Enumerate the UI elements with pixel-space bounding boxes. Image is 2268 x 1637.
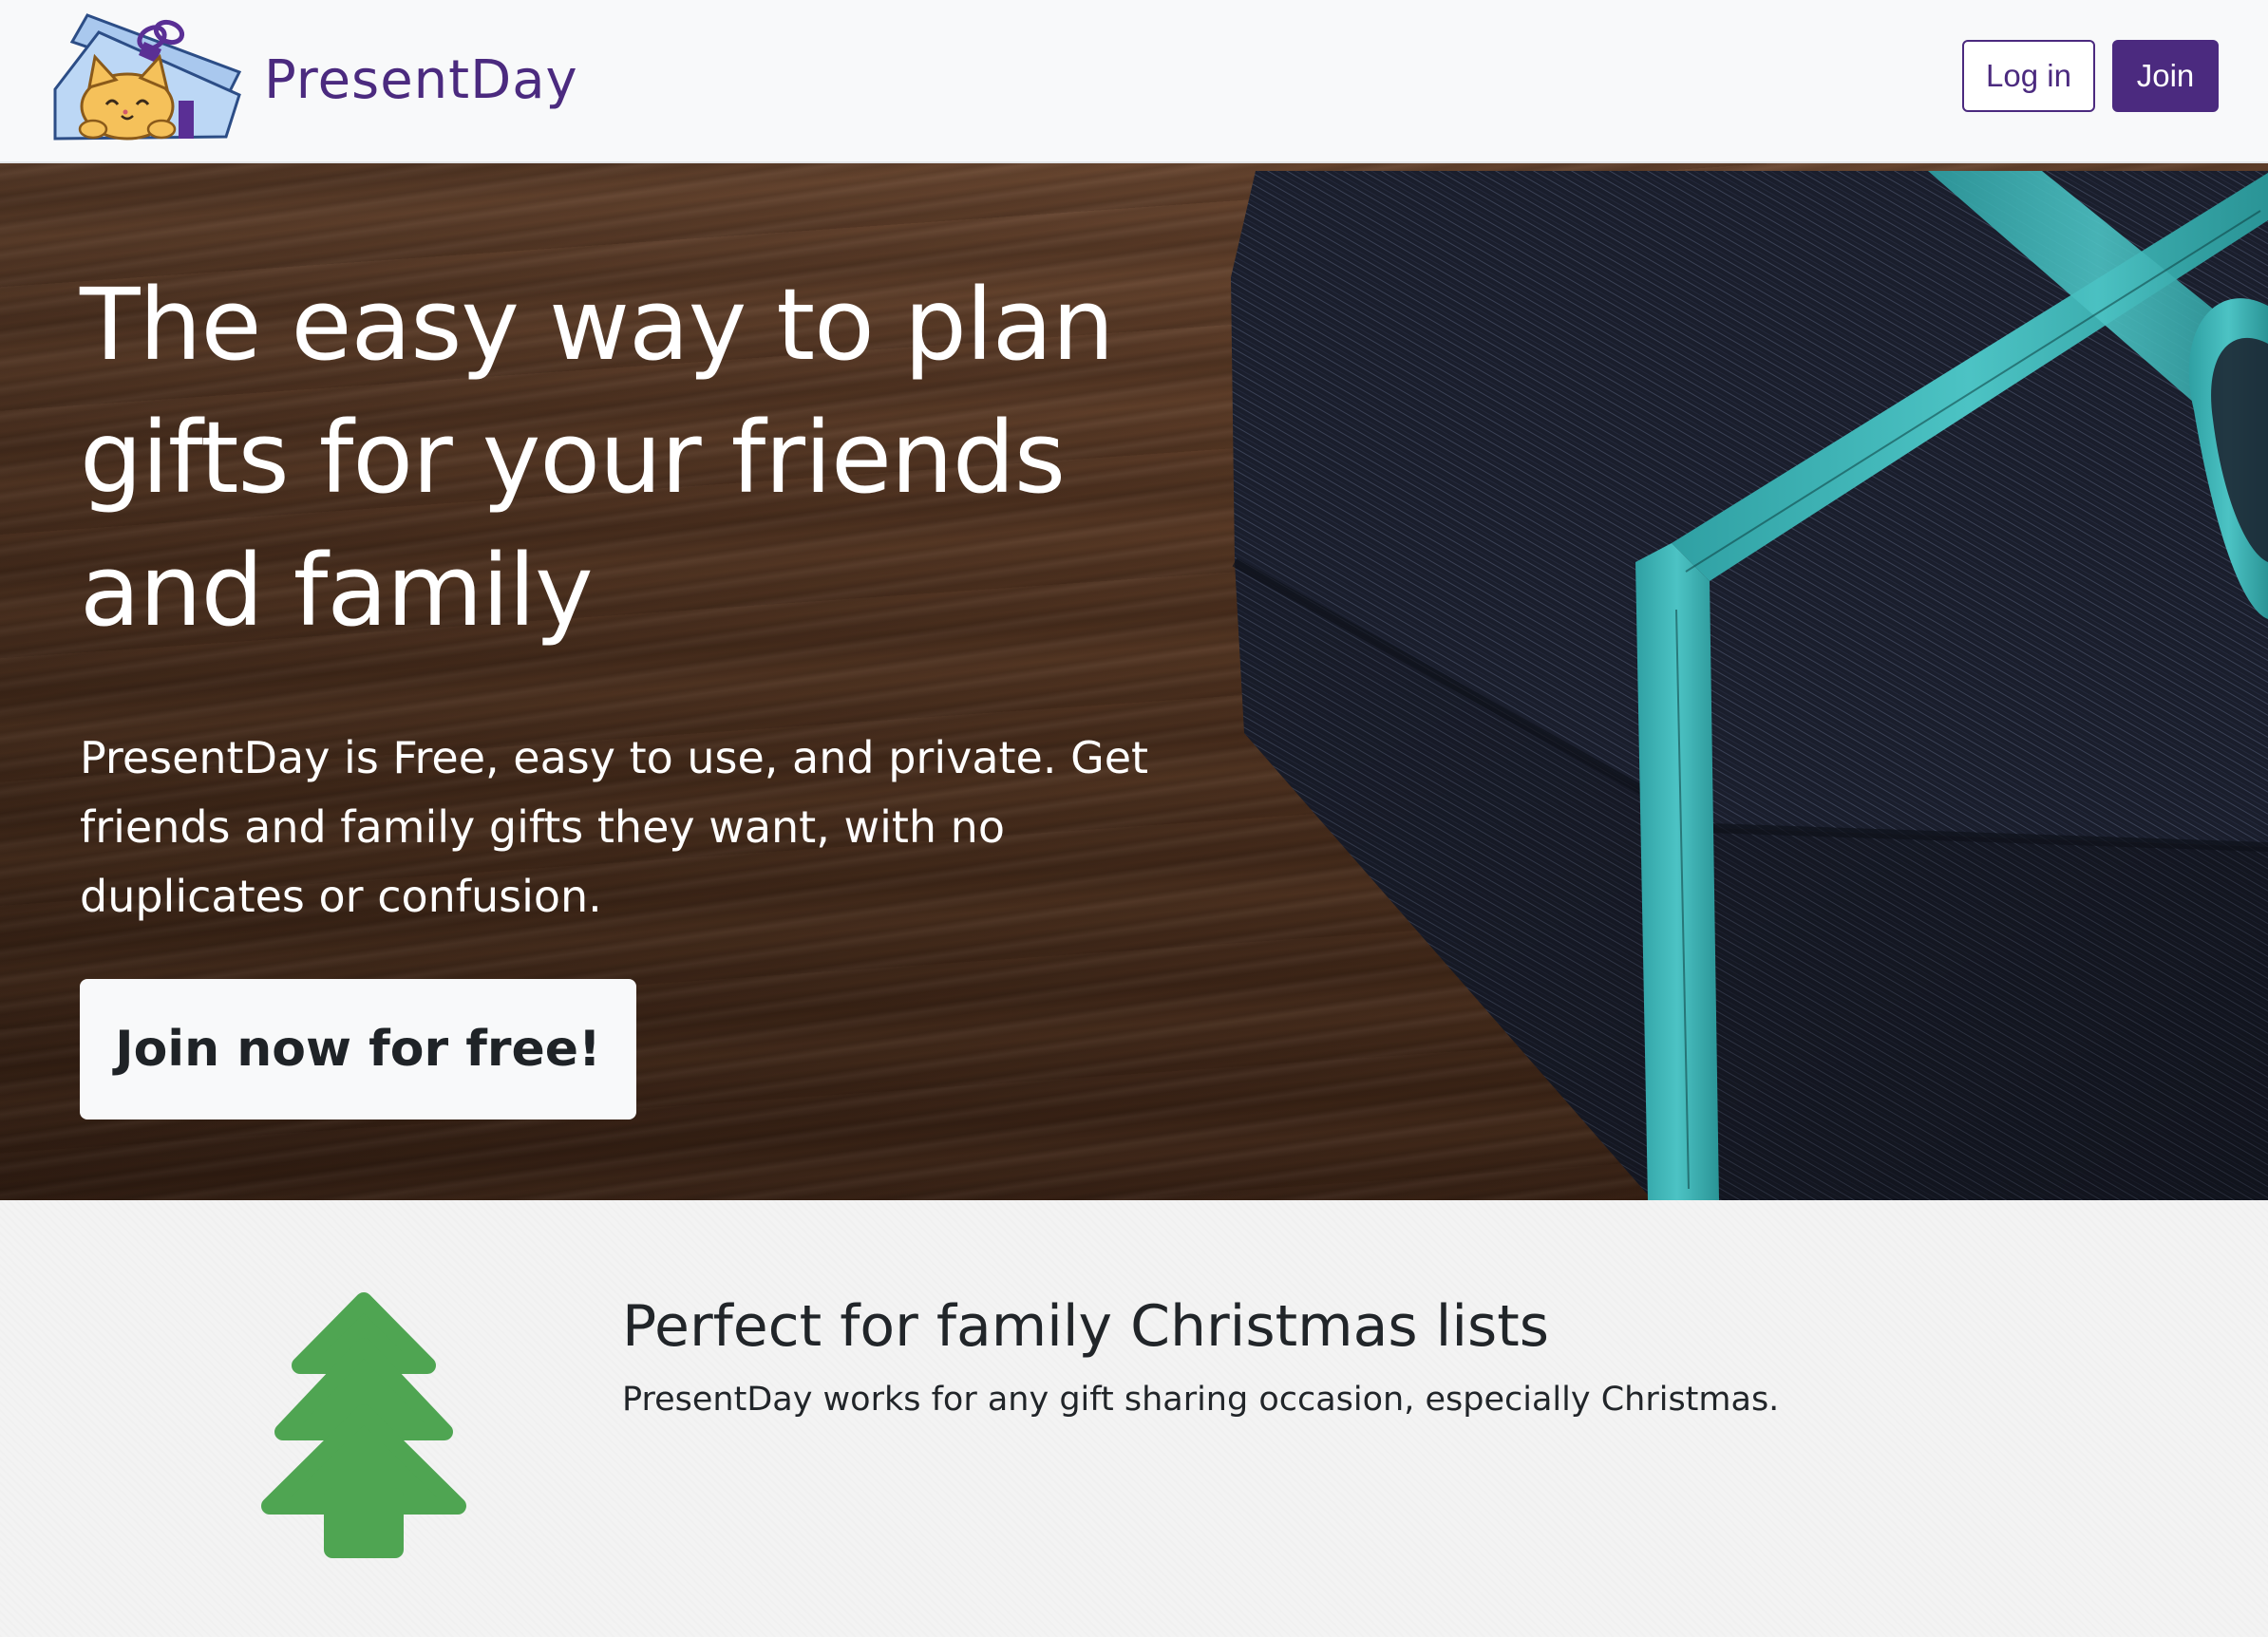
- feature-text: PresentDay works for any gift sharing oc…: [622, 1381, 1780, 1419]
- login-button[interactable]: Log in: [1962, 40, 2095, 112]
- brand-name: PresentDay: [264, 48, 578, 111]
- hero-lead: PresentDay is Free, easy to use, and pri…: [80, 732, 1149, 922]
- nav-actions: Log in Join: [1962, 40, 2219, 112]
- navbar: PresentDay Log in Join: [0, 0, 2268, 163]
- brand-link[interactable]: PresentDay: [49, 13, 578, 146]
- christmas-tree-icon: [261, 1292, 466, 1558]
- feature-title: Perfect for family Christmas lists: [622, 1293, 1550, 1360]
- cat-in-gift-box-logo: [53, 13, 242, 141]
- feature-section: Perfect for family Christmas lists Prese…: [0, 1200, 2268, 1637]
- hero-title: The easy way to plan gifts for your frie…: [80, 267, 1114, 649]
- join-now-button[interactable]: Join now for free!: [80, 979, 636, 1120]
- hero-section: The easy way to plan gifts for your frie…: [0, 163, 2268, 1200]
- join-button[interactable]: Join: [2112, 40, 2219, 112]
- hero-content: The easy way to plan gifts for your frie…: [80, 258, 1172, 1120]
